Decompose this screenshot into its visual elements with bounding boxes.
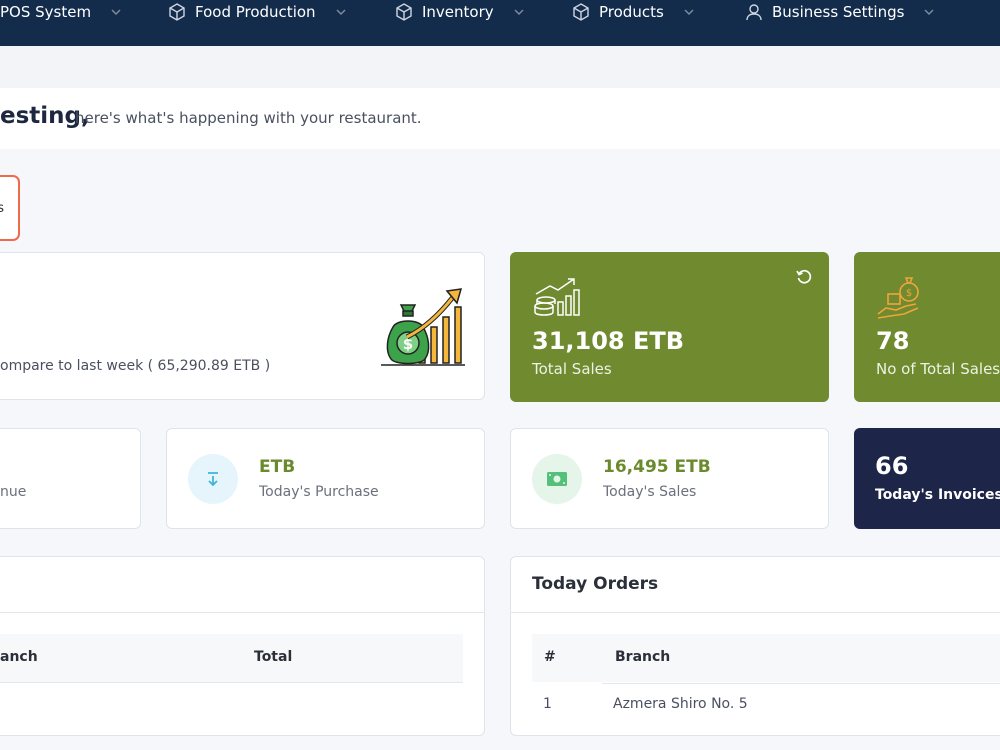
svg-text:$: $: [906, 288, 912, 299]
nav-item-pos-system[interactable]: POS System: [0, 0, 123, 24]
todays-sales-label: Today's Sales: [603, 484, 697, 500]
box-icon: [394, 2, 414, 22]
nav-item-label: POS System: [0, 3, 92, 21]
chevron-down-icon: [334, 5, 348, 19]
filter-button[interactable]: s: [0, 175, 20, 241]
nav-item-label: Business Settings: [772, 3, 905, 21]
nav-item-business-settings[interactable]: Business Settings: [744, 0, 936, 24]
table-header-divider: [602, 683, 1000, 684]
todays-purchase-value: ETB: [259, 457, 296, 477]
box-icon: [167, 2, 187, 22]
todays-purchase-label: Today's Purchase: [259, 484, 379, 500]
weekly-compare-text: ompare to last week ( 65,290.89 ETB ): [0, 358, 271, 374]
coins-growth-icon: [532, 276, 580, 318]
panel-divider: [510, 612, 1000, 613]
nav-item-products[interactable]: Products: [571, 0, 696, 24]
sales-count-label: No of Total Sales: [876, 360, 1000, 378]
row-branch: Azmera Shiro No. 5: [613, 696, 748, 712]
welcome-message: here's what's happening with your restau…: [75, 109, 422, 127]
revenue-card: [0, 428, 141, 529]
nav-item-food-production[interactable]: Food Production: [167, 0, 348, 24]
money-hand-icon: $: [876, 274, 922, 320]
download-icon: [188, 454, 238, 504]
sub-header-strip: [0, 46, 1000, 88]
chevron-down-icon: [512, 5, 526, 19]
nav-item-label: Products: [599, 3, 664, 21]
todays-sales-value: 16,495 ETB: [603, 457, 711, 477]
nav-item-label: Inventory: [422, 3, 494, 21]
sales-count-value: 78: [876, 327, 910, 355]
column-header-branch[interactable]: anch: [0, 649, 38, 665]
box-icon: [571, 2, 591, 22]
left-table-header: [0, 634, 463, 682]
revenue-label: nue: [0, 484, 27, 500]
today-orders-title: Today Orders: [532, 574, 659, 594]
user-icon: [744, 2, 764, 22]
column-header-index[interactable]: #: [544, 649, 556, 665]
money-growth-icon: $: [377, 285, 467, 370]
todays-invoices-label: Today's Invoices: [875, 487, 1000, 503]
refresh-icon[interactable]: [795, 268, 813, 286]
chevron-down-icon: [922, 5, 936, 19]
nav-item-inventory[interactable]: Inventory: [394, 0, 526, 24]
column-header-branch[interactable]: Branch: [615, 649, 670, 665]
panel-divider: [0, 612, 485, 613]
row-index: 1: [543, 696, 552, 712]
table-header-divider: [0, 682, 463, 683]
filter-button-label: s: [0, 201, 4, 216]
cash-icon: [532, 454, 582, 504]
column-header-total[interactable]: Total: [254, 649, 292, 665]
chevron-down-icon: [109, 5, 123, 19]
todays-invoices-value: 66: [875, 452, 909, 480]
total-sales-label: Total Sales: [532, 360, 612, 378]
orders-table-header: [532, 634, 1000, 682]
total-sales-value: 31,108 ETB: [532, 327, 685, 355]
top-navigation: POS System Food Production Inventory Pro…: [0, 0, 1000, 46]
chevron-down-icon: [682, 5, 696, 19]
nav-item-label: Food Production: [195, 3, 316, 21]
